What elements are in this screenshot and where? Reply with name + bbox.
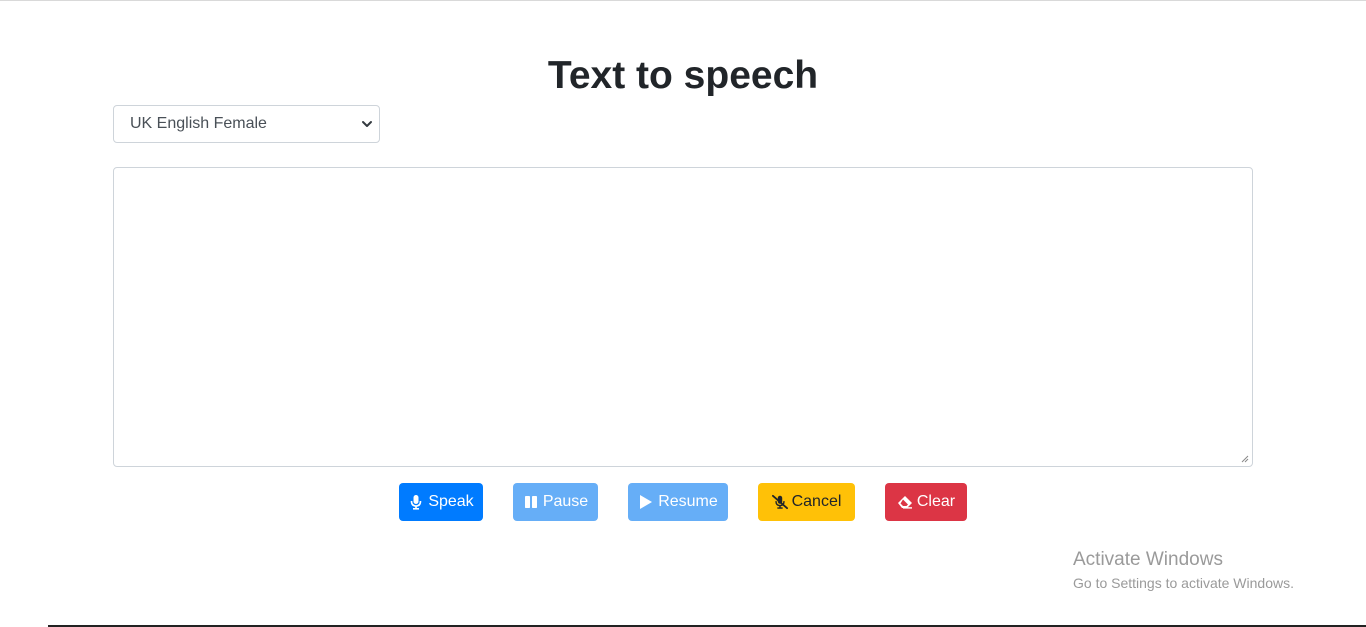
- voice-select-value: UK English Female: [130, 115, 267, 132]
- watermark-subtitle: Go to Settings to activate Windows.: [1073, 575, 1294, 591]
- speech-textarea[interactable]: [113, 167, 1253, 467]
- activate-windows-watermark: Activate Windows Go to Settings to activ…: [1073, 549, 1294, 593]
- clear-button[interactable]: Clear: [885, 483, 967, 521]
- microphone-slash-icon: [771, 494, 788, 510]
- resume-button-label: Resume: [658, 493, 718, 510]
- play-icon: [638, 494, 654, 510]
- speak-button-label: Speak: [428, 493, 474, 510]
- resume-button[interactable]: Resume: [628, 483, 728, 521]
- microphone-icon: [408, 494, 424, 510]
- voice-select[interactable]: UK English Female: [113, 105, 380, 143]
- top-divider: [0, 0, 1366, 1]
- resize-grip-icon[interactable]: [1241, 455, 1249, 463]
- cancel-button-label: Cancel: [791, 493, 842, 510]
- page: Text to speech UK English Female Speak P…: [0, 0, 1366, 627]
- watermark-title: Activate Windows: [1073, 549, 1223, 570]
- pause-icon: [523, 494, 539, 510]
- pause-button-label: Pause: [542, 493, 589, 510]
- clear-button-label: Clear: [916, 493, 956, 510]
- eraser-icon: [897, 494, 913, 510]
- page-title: Text to speech: [547, 54, 819, 97]
- chevron-down-icon: [362, 121, 372, 127]
- speak-button[interactable]: Speak: [399, 483, 483, 521]
- cancel-button[interactable]: Cancel: [758, 483, 855, 521]
- pause-button[interactable]: Pause: [513, 483, 598, 521]
